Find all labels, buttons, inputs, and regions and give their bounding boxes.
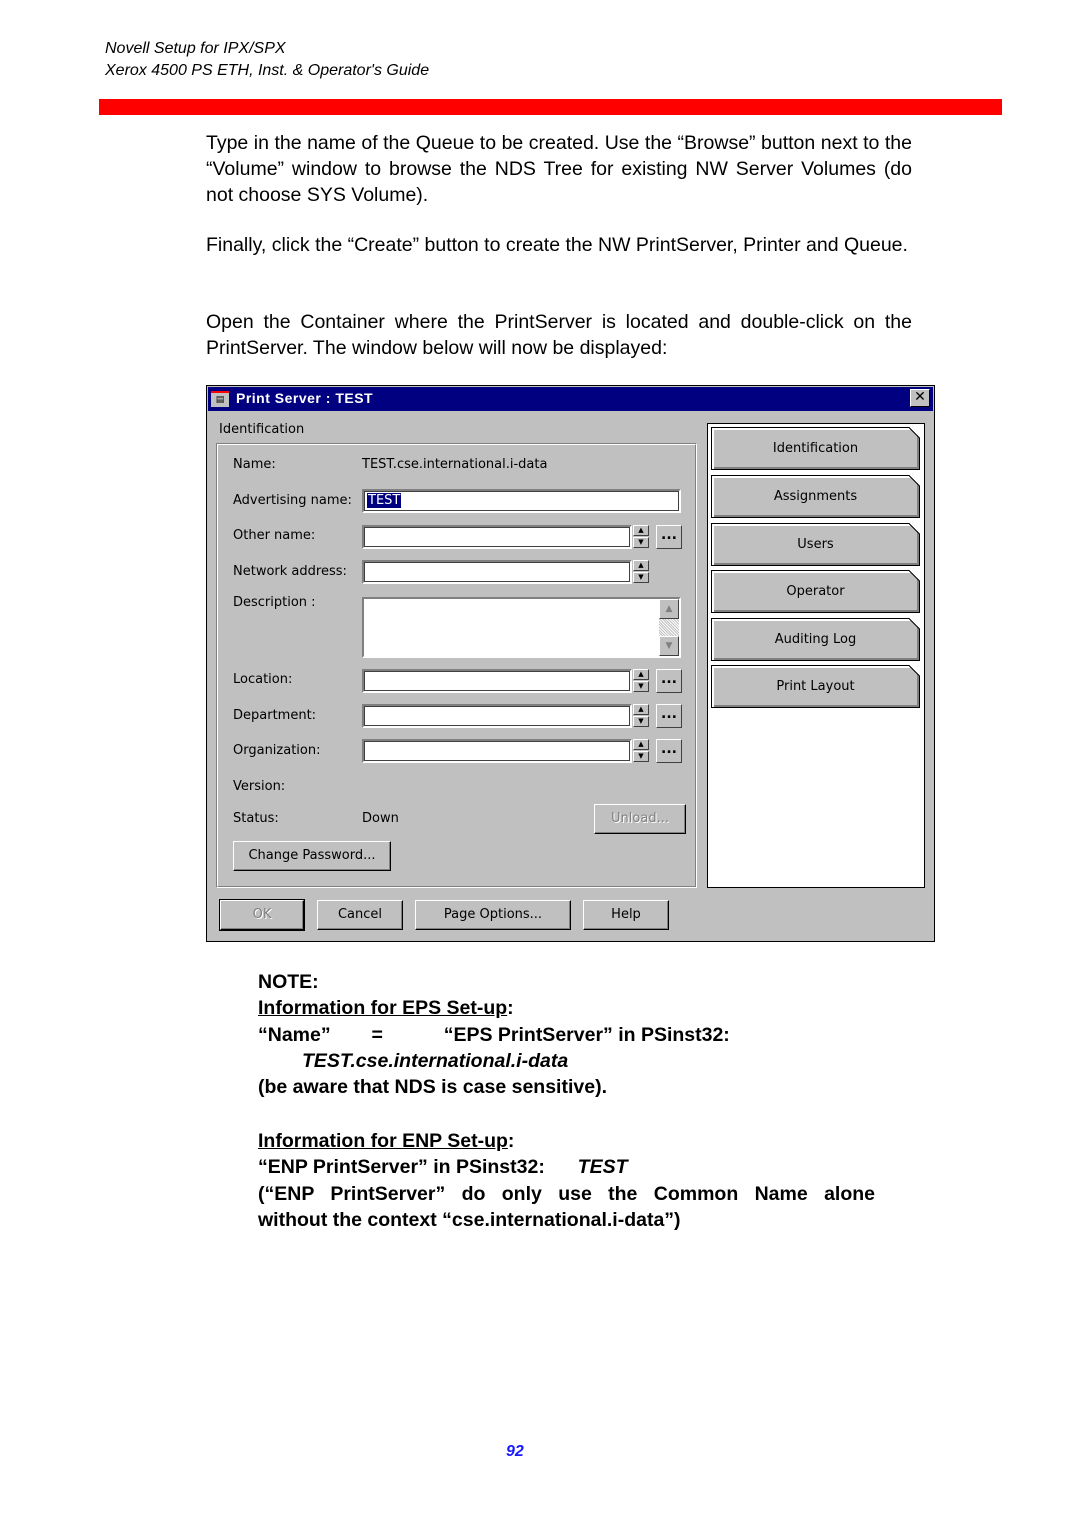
- department-input[interactable]: [362, 704, 632, 728]
- version-label: Version:: [233, 779, 286, 794]
- eps-name-left: “Name”: [258, 1024, 331, 1046]
- running-header: Novell Setup for IPX/SPX Xerox 4500 PS E…: [105, 38, 429, 82]
- description-scrollbar[interactable]: ▲ ▼: [659, 599, 679, 656]
- ok-button[interactable]: OK: [219, 899, 305, 931]
- organization-browse-button[interactable]: ...: [656, 739, 682, 763]
- eps-name-right: “EPS PrintServer” in PSinst32:: [443, 1024, 730, 1046]
- spin-down-icon[interactable]: ▼: [633, 681, 649, 692]
- organization-label: Organization:: [233, 743, 321, 758]
- network-address-spinner[interactable]: ▲ ▼: [633, 560, 649, 584]
- page-button-label: Print Layout: [776, 679, 855, 694]
- other-name-browse-button[interactable]: ...: [656, 525, 682, 549]
- page-button-label: Auditing Log: [774, 632, 857, 647]
- enp-value: TEST: [577, 1156, 628, 1178]
- description-textarea[interactable]: ▲ ▼: [362, 597, 681, 658]
- scroll-up-icon[interactable]: ▲: [659, 599, 679, 619]
- enp-heading-colon: :: [507, 1130, 515, 1152]
- eps-heading: Information for EPS Set-up:: [258, 995, 514, 1021]
- eps-heading-text: Information for EPS Set-up: [258, 997, 508, 1019]
- page-fold-icon: [908, 427, 920, 439]
- eps-value: TEST.cse.international.i-data: [302, 1050, 569, 1072]
- page-button-auditing-log[interactable]: Auditing Log: [711, 618, 920, 661]
- other-name-input[interactable]: [362, 525, 632, 549]
- other-name-label: Other name:: [233, 528, 316, 543]
- page-number: 92: [506, 1443, 524, 1460]
- page-button-label: Operator: [786, 584, 845, 599]
- dialog-titlebar: ▤ Print Server : TEST ✕: [208, 387, 933, 411]
- page-button-print-layout[interactable]: Print Layout: [711, 665, 920, 708]
- eps-name-line: “Name” = “EPS PrintServer” in PSinst32:: [258, 1022, 730, 1048]
- spin-up-icon[interactable]: ▲: [633, 739, 649, 750]
- enp-line-text: “ENP PrintServer” in PSinst32:: [258, 1156, 545, 1178]
- advertising-name-value: TEST: [367, 493, 402, 508]
- organization-spinner[interactable]: ▲ ▼: [633, 739, 649, 763]
- header-document-title: Xerox 4500 PS ETH, Inst. & Operator's Gu…: [105, 62, 430, 79]
- header-rule: [99, 99, 1002, 115]
- change-password-button[interactable]: Change Password...: [233, 841, 391, 871]
- department-browse-button[interactable]: ...: [656, 704, 682, 728]
- page-fold-icon: [908, 570, 920, 582]
- location-spinner[interactable]: ▲ ▼: [633, 669, 649, 693]
- enp-heading-text: Information for ENP Set-up: [258, 1130, 508, 1152]
- other-name-spinner[interactable]: ▲ ▼: [633, 525, 649, 549]
- page-options-button[interactable]: Page Options...: [415, 900, 571, 930]
- organization-input[interactable]: [362, 739, 632, 763]
- spin-down-icon[interactable]: ▼: [633, 716, 649, 727]
- page-fold-icon: [908, 523, 920, 535]
- page-button-label: Assignments: [773, 489, 858, 504]
- enp-remark-line2: without the context “cse.international.i…: [258, 1209, 681, 1231]
- enp-remark-line1: (“ENP PrintServer” do only use the Commo…: [258, 1183, 875, 1205]
- dialog-title: Print Server : TEST: [236, 390, 374, 406]
- advertising-name-input[interactable]: TEST: [362, 489, 681, 513]
- location-label: Location:: [233, 672, 293, 687]
- description-label: Description :: [233, 595, 316, 610]
- paragraph-queue: Type in the name of the Queue to be crea…: [206, 132, 912, 206]
- group-label-identification: Identification: [219, 422, 305, 437]
- enp-line: “ENP PrintServer” in PSinst32: TEST: [258, 1154, 628, 1180]
- spin-down-icon[interactable]: ▼: [633, 572, 649, 583]
- scroll-down-icon[interactable]: ▼: [659, 636, 679, 656]
- network-address-label: Network address:: [233, 564, 347, 579]
- department-spinner[interactable]: ▲ ▼: [633, 704, 649, 728]
- page-fold-icon: [908, 665, 920, 677]
- name-label: Name:: [233, 457, 276, 472]
- eps-name-equals: =: [371, 1024, 383, 1046]
- status-value: Down: [362, 811, 399, 826]
- department-label: Department:: [233, 708, 317, 723]
- spin-up-icon[interactable]: ▲: [633, 669, 649, 680]
- page-button-label: Users: [797, 537, 834, 552]
- location-browse-button[interactable]: ...: [656, 669, 682, 693]
- network-address-input[interactable]: [362, 560, 632, 584]
- unload-button[interactable]: Unload...: [594, 804, 686, 834]
- close-button[interactable]: ✕: [910, 389, 930, 407]
- paragraph-open-container: Open the Container where the PrintServer…: [206, 311, 912, 359]
- page-buttons-panel: Identification Assignments Users Operato…: [707, 423, 925, 888]
- location-input[interactable]: [362, 669, 632, 693]
- spin-up-icon[interactable]: ▲: [633, 560, 649, 571]
- spin-up-icon[interactable]: ▲: [633, 704, 649, 715]
- print-server-dialog: ▤ Print Server : TEST ✕ Identification N…: [206, 385, 935, 942]
- enp-heading: Information for ENP Set-up:: [258, 1128, 514, 1154]
- spin-down-icon[interactable]: ▼: [633, 751, 649, 762]
- spin-up-icon[interactable]: ▲: [633, 525, 649, 536]
- page-button-label: Identification: [772, 441, 859, 456]
- eps-heading-colon: :: [507, 997, 514, 1019]
- name-value: TEST.cse.international.i-data: [362, 457, 548, 472]
- print-server-icon: ▤: [211, 391, 229, 407]
- note-heading: NOTE:: [258, 971, 319, 993]
- page-button-users[interactable]: Users: [711, 523, 920, 566]
- cancel-button[interactable]: Cancel: [317, 900, 403, 930]
- spin-down-icon[interactable]: ▼: [633, 537, 649, 548]
- advertising-name-label: Advertising name:: [233, 493, 352, 508]
- page-button-identification[interactable]: Identification: [711, 427, 920, 470]
- page-button-assignments[interactable]: Assignments: [711, 475, 920, 518]
- eps-remark: (be aware that NDS is case sensitive).: [258, 1076, 607, 1098]
- page-button-operator[interactable]: Operator: [711, 570, 920, 613]
- header-section-title: Novell Setup for IPX/SPX: [105, 40, 286, 57]
- paragraph-create: Finally, click the “Create” button to cr…: [206, 234, 908, 256]
- page-fold-icon: [908, 475, 920, 487]
- page-fold-icon: [908, 618, 920, 630]
- status-label: Status:: [233, 811, 279, 826]
- help-button[interactable]: Help: [583, 900, 669, 930]
